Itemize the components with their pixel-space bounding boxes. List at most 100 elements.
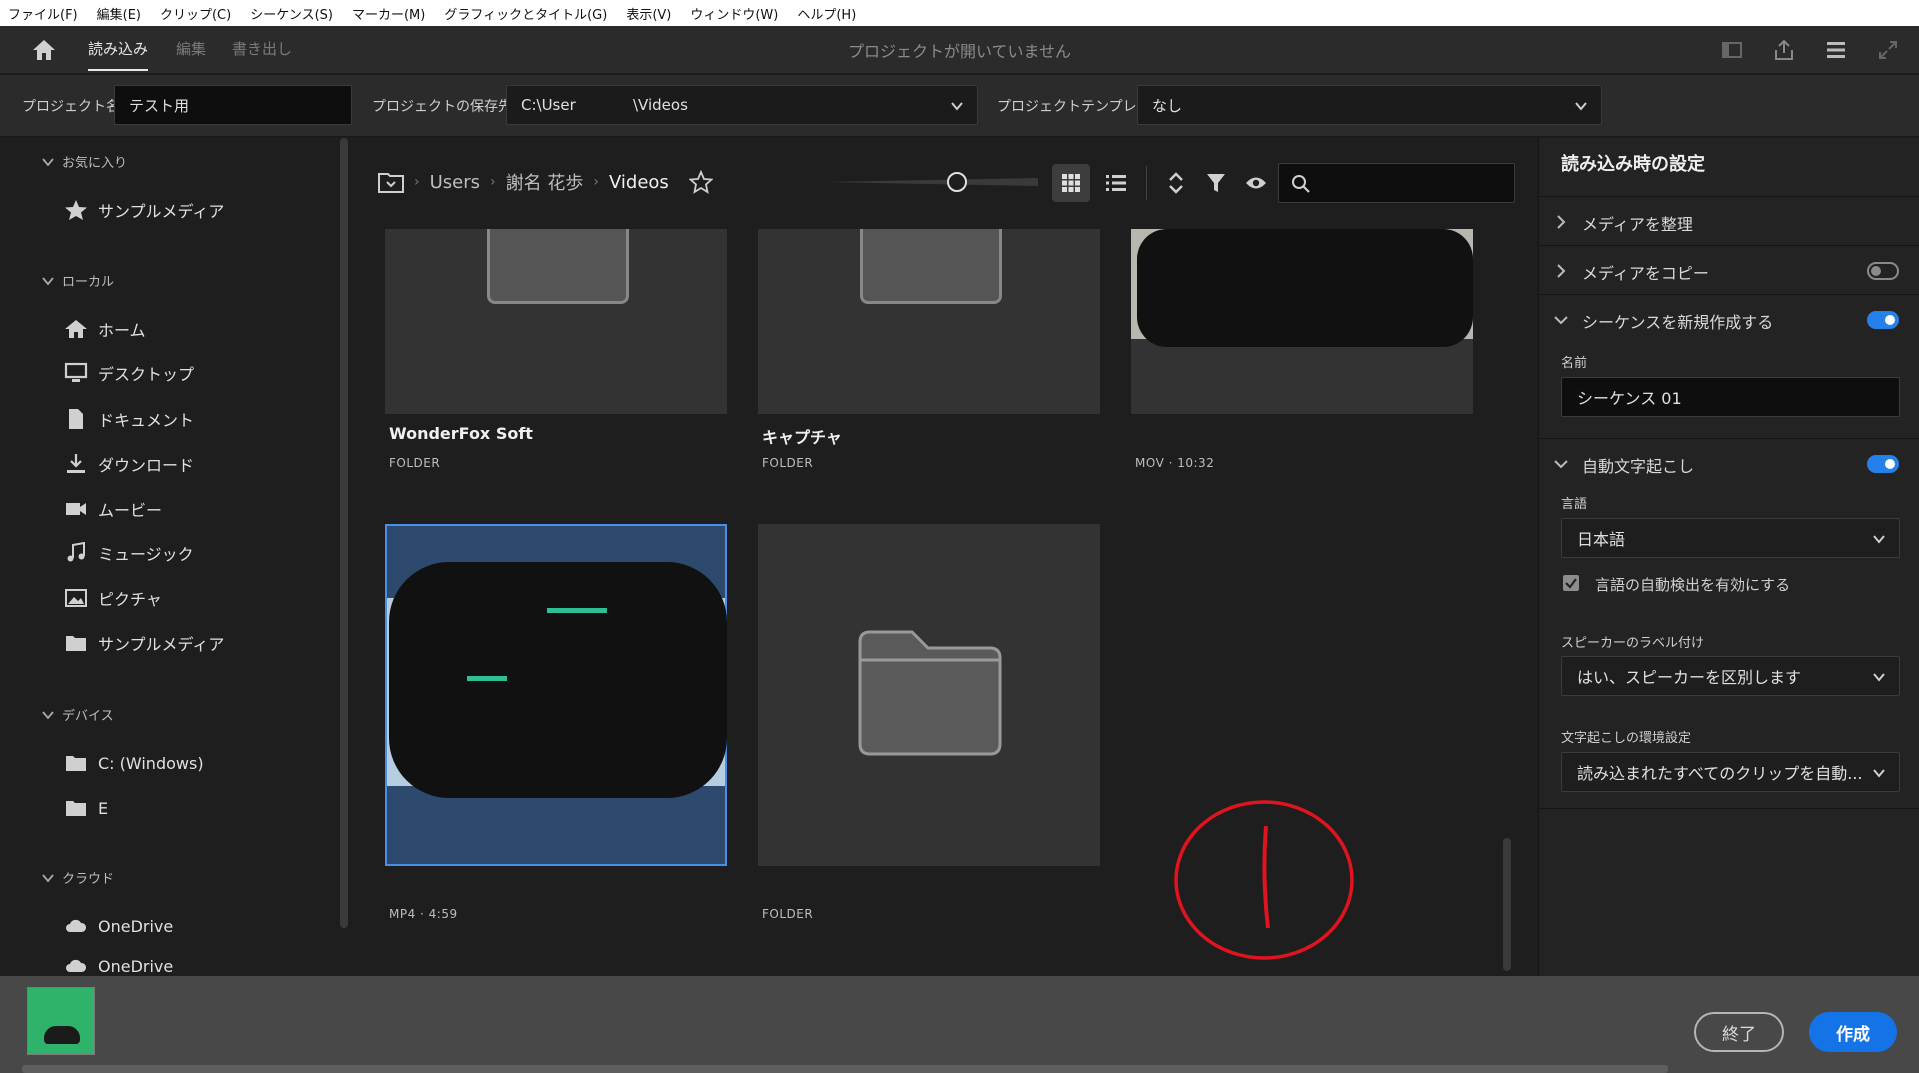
filter-button[interactable] <box>1197 164 1235 202</box>
sidebar-item-sample-media[interactable]: サンプルメディア <box>64 629 224 657</box>
top-nav: 読み込み 編集 書き出し プロジェクトが開いていません <box>0 26 1919 74</box>
sidebar-item-pictures[interactable]: ピクチャ <box>64 584 162 612</box>
tab-edit[interactable]: 編集 <box>176 38 206 59</box>
project-location-select[interactable]: C:\User \Videos <box>506 85 978 125</box>
media-thumbnail-mov[interactable] <box>1131 229 1473 414</box>
sidebar-item-documents[interactable]: ドキュメント <box>64 405 194 433</box>
project-name-input[interactable]: テスト用 <box>114 85 352 125</box>
menu-sequence[interactable]: シーケンス(S) <box>250 4 333 23</box>
settings-title: 読み込み時の設定 <box>1561 154 1705 175</box>
menu-graphics[interactable]: グラフィックとタイトル(G) <box>444 4 607 23</box>
transcription-prefs-select[interactable]: 読み込まれたすべてのクリップを自動... <box>1561 752 1900 792</box>
grid-scrollbar[interactable] <box>1503 838 1511 971</box>
sidebar-item-downloads[interactable]: ダウンロード <box>64 450 194 478</box>
cloud-heading[interactable]: クラウド <box>42 868 114 887</box>
create-button[interactable]: 作成 <box>1809 1012 1897 1052</box>
preview-button[interactable] <box>1237 164 1275 202</box>
menu-window[interactable]: ウィンドウ(W) <box>690 4 778 23</box>
search-icon <box>1292 175 1310 193</box>
media-thumbnail-mp4-selected[interactable] <box>385 524 727 866</box>
sidebar-scrollbar[interactable] <box>340 138 348 928</box>
sidebar-item-home[interactable]: ホーム <box>64 315 146 343</box>
media-thumbnail-folder-wonderfox[interactable] <box>385 229 727 414</box>
breadcrumb-videos[interactable]: Videos <box>609 172 669 193</box>
menu-help[interactable]: ヘルプ(H) <box>797 4 856 23</box>
auto-detect-checkbox[interactable] <box>1563 575 1579 591</box>
breadcrumb-separator: › <box>414 174 420 190</box>
tray-scrollbar[interactable] <box>22 1065 1668 1073</box>
share-icon[interactable] <box>1772 38 1796 62</box>
tab-import[interactable]: 読み込み <box>88 38 149 71</box>
clip-preview-shape <box>44 1026 80 1044</box>
sidebar-item-drive-e[interactable]: E <box>64 794 108 822</box>
video-camera-icon <box>66 503 86 515</box>
chevron-down-icon <box>1873 769 1885 778</box>
devices-heading[interactable]: デバイス <box>42 705 114 724</box>
sort-button[interactable] <box>1157 164 1195 202</box>
grid-view-button[interactable] <box>1052 164 1090 202</box>
menu-file[interactable]: ファイル(F) <box>8 4 78 23</box>
cloud-icon <box>66 959 87 972</box>
favorites-heading[interactable]: お気に入り <box>42 152 127 171</box>
search-input[interactable] <box>1278 163 1515 203</box>
selected-clip-thumbnail[interactable] <box>27 987 95 1055</box>
sidebar-item-drive-c[interactable]: C: (Windows) <box>64 749 204 777</box>
scribble-highlight <box>547 608 607 613</box>
monitor-icon <box>64 362 88 382</box>
chevron-down-icon <box>1873 673 1885 682</box>
media-thumbnail-folder-capture[interactable] <box>758 229 1100 414</box>
chevron-down-icon <box>42 873 54 882</box>
list-view-button[interactable] <box>1097 164 1135 202</box>
card-meta: MP4 · 4:59 <box>389 907 458 921</box>
import-tray <box>0 976 1919 1073</box>
auto-transcribe-toggle[interactable] <box>1867 455 1899 473</box>
transcription-prefs-label: 文字起こしの環境設定 <box>1561 731 1692 746</box>
chevron-down-icon <box>42 710 54 719</box>
folder-browse-icon[interactable] <box>378 171 404 193</box>
chevron-down-icon[interactable] <box>1554 315 1568 325</box>
menu-marker[interactable]: マーカー(M) <box>352 4 425 23</box>
sidebar-item-onedrive[interactable]: OneDrive <box>64 912 173 940</box>
card-meta: MOV · 10:32 <box>1135 456 1215 470</box>
folder-icon <box>66 801 86 816</box>
card-name: WonderFox Soft <box>389 424 533 443</box>
tab-export[interactable]: 書き出し <box>232 38 292 59</box>
local-heading[interactable]: ローカル <box>42 271 114 290</box>
home-icon <box>65 320 87 338</box>
speaker-select[interactable]: はい、スピーカーを区別します <box>1561 656 1900 696</box>
sidebar-item-music[interactable]: ミュージック <box>64 539 194 567</box>
language-select[interactable]: 日本語 <box>1561 518 1900 558</box>
menu-edit[interactable]: 編集(E) <box>97 4 141 23</box>
sidebar-item-desktop[interactable]: デスクトップ <box>64 359 194 387</box>
thumbnail-size-slider[interactable] <box>826 178 1038 186</box>
fullscreen-icon[interactable] <box>1876 38 1900 62</box>
slider-handle[interactable] <box>947 172 967 192</box>
menu-clip[interactable]: クリップ(C) <box>160 4 231 23</box>
sidebar-item-sample-media-favorite[interactable]: サンプルメディア <box>64 196 224 224</box>
home-icon[interactable] <box>31 38 57 62</box>
sequence-name-label: 名前 <box>1561 356 1588 371</box>
music-note-icon <box>67 542 85 562</box>
sidebar-item-movies[interactable]: ムービー <box>64 495 162 523</box>
breadcrumb-user-folder[interactable]: 謝名 花歩 <box>506 169 584 195</box>
new-sequence-toggle[interactable] <box>1867 311 1899 329</box>
sidebar-item-onedrive-2[interactable]: OneDrive <box>64 956 173 976</box>
panel-divider <box>1538 808 1919 809</box>
project-name-label: プロジェクト名 <box>22 99 120 115</box>
panel-icon[interactable] <box>1720 38 1744 62</box>
breadcrumb: › Users › 謝名 花歩 › Videos <box>378 166 713 198</box>
project-template-select[interactable]: なし <box>1137 85 1602 125</box>
chevron-down-icon[interactable] <box>1554 459 1568 469</box>
copy-media-row[interactable]: メディアをコピー <box>1538 245 1919 294</box>
grid-icon <box>1062 174 1080 192</box>
media-thumbnail-folder[interactable] <box>758 524 1100 866</box>
exit-button[interactable]: 終了 <box>1694 1012 1784 1052</box>
breadcrumb-users[interactable]: Users <box>430 172 480 193</box>
sequence-name-input[interactable]: シーケンス 01 <box>1561 377 1900 417</box>
organize-media-row[interactable]: メディアを整理 <box>1538 196 1919 245</box>
chevron-down-icon <box>951 102 963 111</box>
star-outline-icon[interactable] <box>688 170 713 194</box>
workspace-menu-icon[interactable] <box>1824 38 1848 62</box>
menu-view[interactable]: 表示(V) <box>626 4 671 23</box>
copy-media-toggle[interactable] <box>1867 262 1899 280</box>
